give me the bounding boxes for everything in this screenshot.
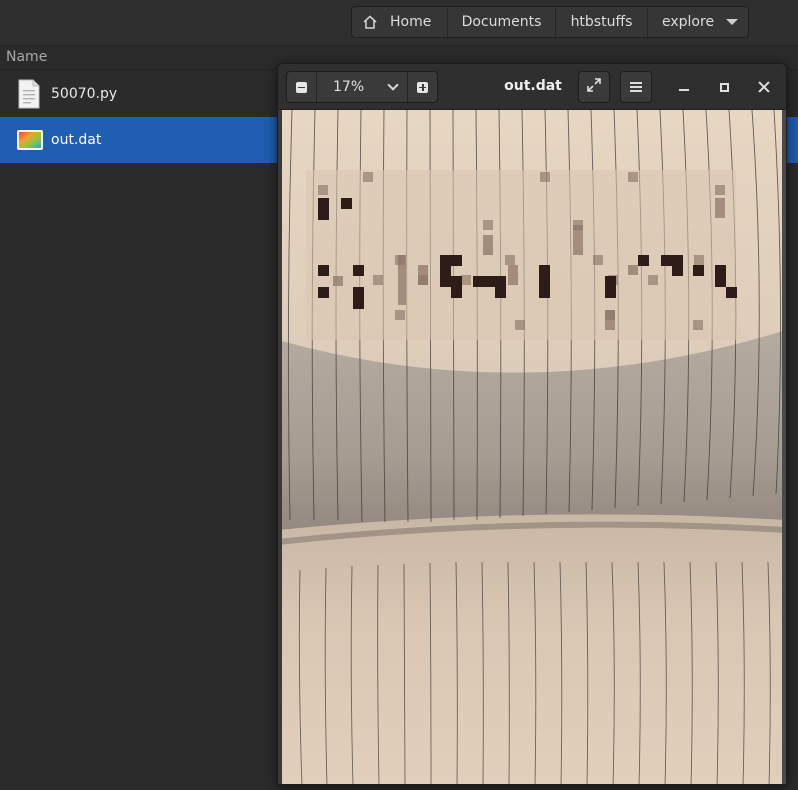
zoom-level-dropdown[interactable]: 17% (317, 72, 407, 102)
breadcrumb-explore-label: explore (662, 14, 715, 30)
column-name-header[interactable]: Name (6, 49, 47, 65)
hamburger-icon (630, 82, 642, 92)
maximize-button[interactable] (713, 76, 735, 98)
breadcrumb-htbstuffs[interactable]: htbstuffs (556, 7, 648, 37)
notebook-photo (278, 110, 786, 784)
minimize-button[interactable] (673, 76, 695, 98)
close-icon (758, 81, 770, 93)
displayed-image[interactable] (278, 110, 786, 784)
zoom-controls: 17% (286, 71, 438, 103)
breadcrumb: Home Documents htbstuffs explore (351, 6, 749, 38)
desktop-window: Home Documents htbstuffs explore Name 50… (0, 0, 798, 790)
image-file-icon (16, 125, 44, 155)
image-viewer-window: 17% out.dat (277, 63, 787, 785)
zoom-in-icon (417, 81, 428, 93)
file-name: 50070.py (51, 86, 118, 102)
fullscreen-button[interactable] (578, 71, 610, 103)
viewer-title: out.dat (504, 78, 562, 94)
breadcrumb-home-label: Home (390, 14, 432, 30)
menu-button[interactable] (620, 71, 652, 103)
dropdown-arrow-icon[interactable] (726, 19, 738, 25)
file-manager-header: Home Documents htbstuffs explore (0, 0, 798, 46)
home-icon (362, 14, 378, 30)
fullscreen-icon (586, 77, 602, 97)
close-button[interactable] (753, 76, 775, 98)
file-name: out.dat (51, 132, 102, 148)
breadcrumb-home[interactable]: Home (352, 7, 448, 37)
breadcrumb-documents[interactable]: Documents (448, 7, 556, 37)
breadcrumb-explore[interactable]: explore (648, 7, 748, 37)
zoom-level-value: 17% (333, 79, 365, 95)
maximize-icon (719, 82, 729, 92)
minimize-icon (679, 89, 689, 91)
text-file-icon (16, 79, 44, 109)
zoom-in-button[interactable] (407, 72, 437, 102)
zoom-out-icon (296, 81, 307, 93)
viewer-headerbar: 17% out.dat (278, 64, 786, 110)
zoom-out-button[interactable] (287, 72, 317, 102)
pixelated-text-region (306, 170, 737, 340)
chevron-down-icon (387, 79, 399, 91)
